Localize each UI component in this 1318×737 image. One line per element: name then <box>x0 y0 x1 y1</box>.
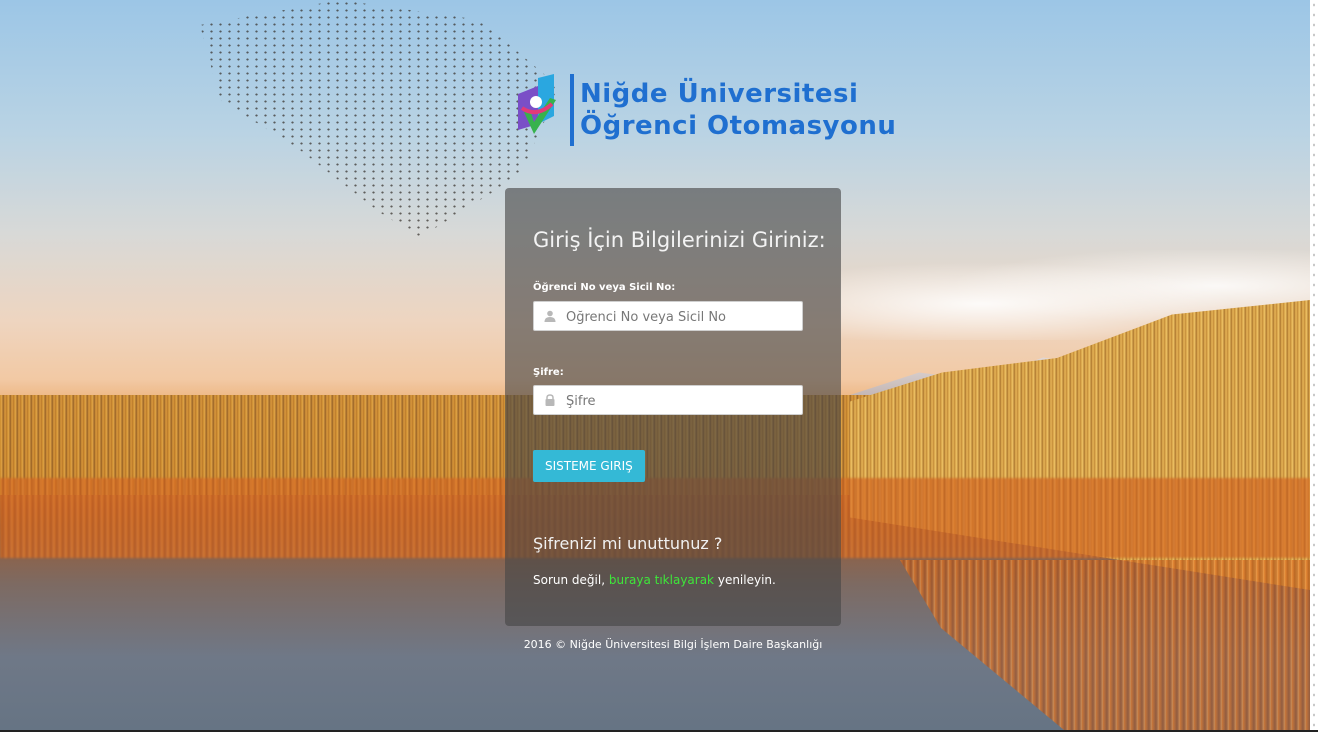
forgot-prefix: Sorun değil, <box>533 573 606 587</box>
reeds-reflection-right <box>900 560 1310 730</box>
university-logo: Niğde Üniversitesi Öğrenci Otomasyonu <box>510 72 896 152</box>
lock-icon <box>545 394 555 406</box>
forgot-password-text: Sorun değil, buraya tıklayarak yenileyin… <box>533 573 776 587</box>
user-icon <box>544 310 556 322</box>
student-no-input[interactable] <box>564 302 800 332</box>
logo-text: Niğde Üniversitesi Öğrenci Otomasyonu <box>580 78 896 142</box>
footer-copyright: 2016 © Niğde Üniversitesi Bilgi İşlem Da… <box>523 638 823 651</box>
login-button[interactable]: SISTEME GIRIŞ <box>533 450 645 482</box>
logo-line-1: Niğde Üniversitesi <box>580 79 859 109</box>
login-panel: Giriş İçin Bilgilerinizi Giriniz: Öğrenc… <box>505 188 841 626</box>
university-logo-icon <box>518 74 556 134</box>
student-no-field <box>533 301 803 332</box>
password-label: Şifre: <box>533 367 564 378</box>
forgot-password-title: Şifrenizi mi unuttunuz ? <box>533 534 723 553</box>
password-input[interactable] <box>564 386 800 416</box>
forgot-suffix: yenileyin. <box>717 573 776 587</box>
password-field <box>533 385 803 416</box>
student-no-label: Öğrenci No veya Sicil No: <box>533 282 676 293</box>
right-edge-strip <box>1310 0 1318 735</box>
logo-divider <box>570 74 574 146</box>
login-title: Giriş İçin Bilgilerinizi Giriniz: <box>533 228 826 252</box>
bottom-edge <box>0 730 1318 737</box>
background-scene: Niğde Üniversitesi Öğrenci Otomasyonu Gi… <box>0 0 1310 730</box>
reset-password-link[interactable]: buraya tıklayarak <box>609 573 714 587</box>
logo-line-2: Öğrenci Otomasyonu <box>580 111 897 141</box>
